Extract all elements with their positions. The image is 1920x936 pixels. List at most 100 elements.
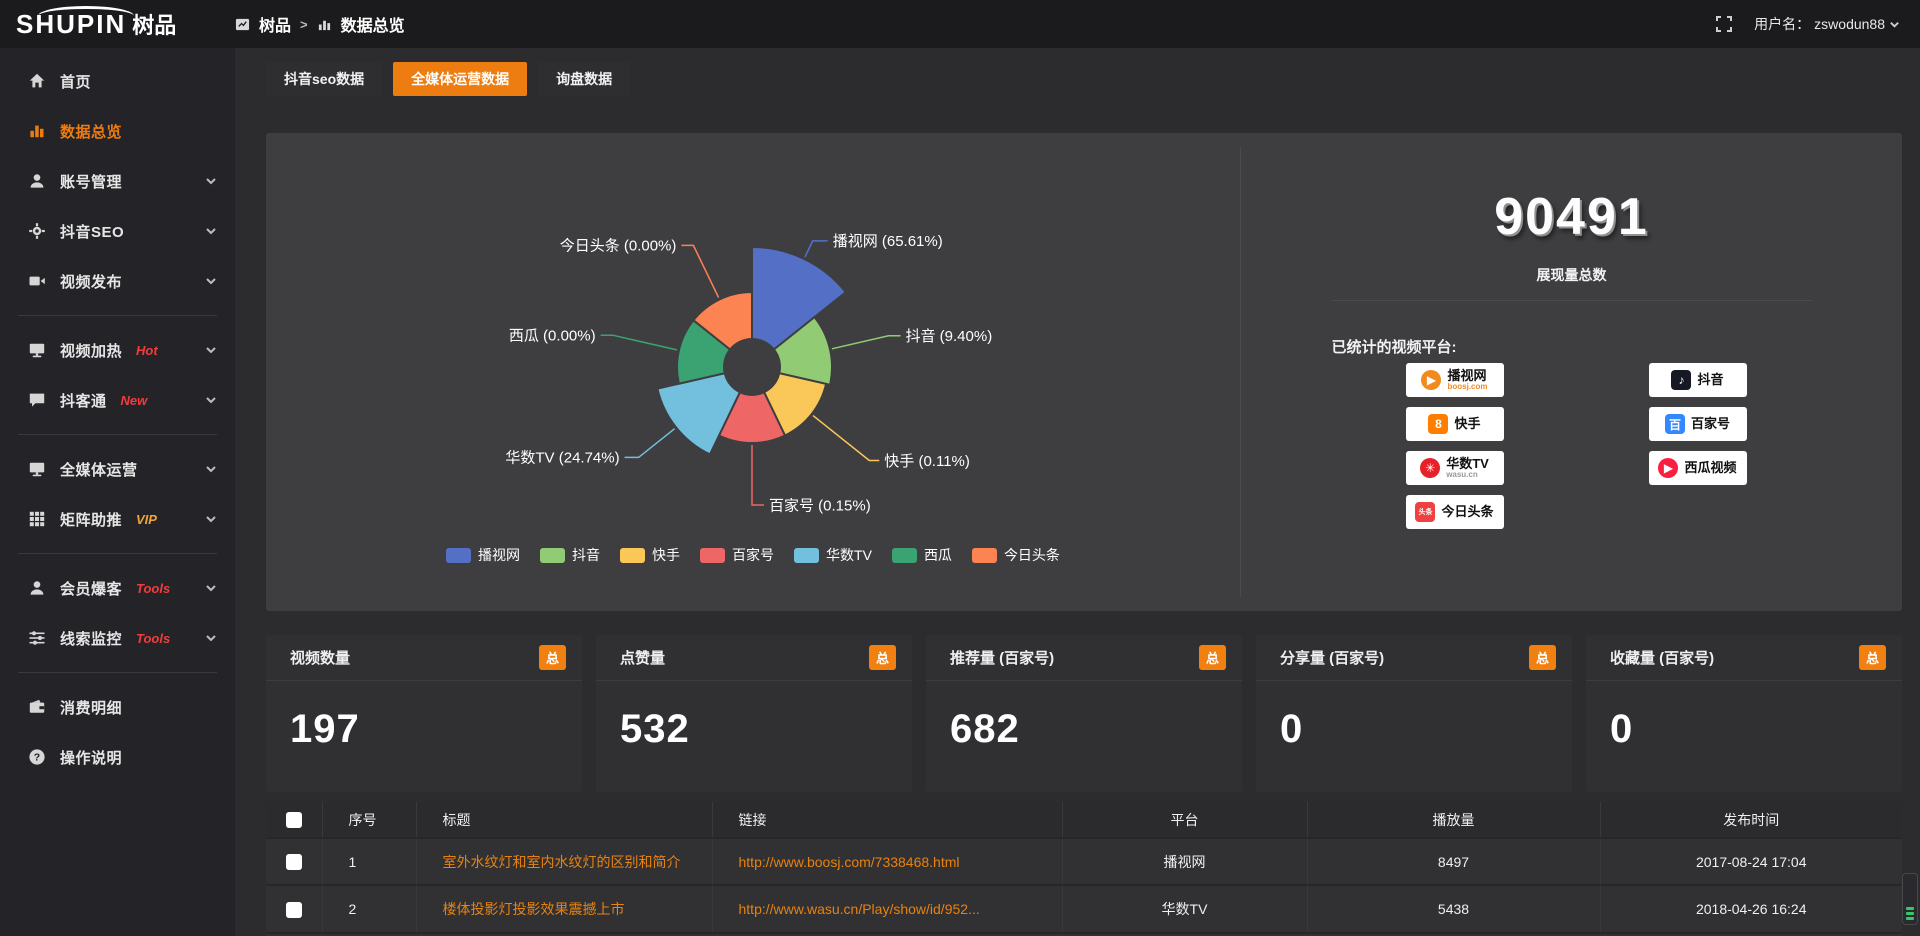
legend-item-西瓜[interactable]: 西瓜	[892, 545, 952, 565]
sidebar-item-operation-guide[interactable]: ?操作说明	[0, 732, 235, 782]
platform-share-chart: 播视网 (65.61%)抖音 (9.40%)快手 (0.11%)百家号 (0.1…	[266, 133, 1240, 611]
tab-douyin-seo-data[interactable]: 抖音seo数据	[266, 62, 382, 96]
stat-card-header: 分享量 (百家号)总	[1256, 635, 1572, 681]
legend-item-今日头条[interactable]: 今日头条	[972, 545, 1060, 565]
rose-pie-chart[interactable]: 播视网 (65.61%)抖音 (9.40%)快手 (0.11%)百家号 (0.1…	[266, 133, 1240, 533]
chart-legend: 播视网抖音快手百家号华数TV 西瓜 今日头条	[266, 545, 1240, 565]
fullscreen-icon[interactable]	[1716, 16, 1732, 32]
pie-label-line	[752, 445, 764, 505]
sidebar-item-matrix-boost[interactable]: 矩阵助推VIP	[0, 494, 235, 544]
platform-brand-icon: 头条	[1415, 502, 1435, 522]
platform-column: ♪抖音百百家号▶西瓜视频	[1649, 363, 1747, 529]
video-icon	[28, 272, 46, 290]
row-select-cell	[266, 885, 322, 932]
legend-item-百家号[interactable]: 百家号	[700, 545, 774, 565]
sidebar-item-douketong[interactable]: 抖客通New	[0, 375, 235, 425]
platform-name: 今日头条	[1441, 505, 1493, 519]
stat-card-视频数量: 视频数量 总 197	[266, 635, 582, 792]
sidebar-item-badge: Tools	[136, 631, 170, 646]
sidebar-item-label: 消费明细	[60, 697, 122, 718]
summary-divider	[1332, 300, 1812, 301]
breadcrumb-root[interactable]: 树品	[259, 12, 291, 36]
sidebar-item-home[interactable]: 首页	[0, 56, 235, 106]
platform-brand-icon: ♪	[1671, 370, 1691, 390]
chat-icon	[28, 391, 46, 409]
sidebar-item-member-baoke[interactable]: 会员爆客Tools	[0, 563, 235, 613]
chevron-down-icon	[1889, 19, 1900, 30]
overview-panel: 播视网 (65.61%)抖音 (9.40%)快手 (0.11%)百家号 (0.1…	[266, 133, 1902, 611]
legend-item-快手[interactable]: 快手	[620, 545, 680, 565]
chevron-down-icon	[205, 463, 217, 475]
logo-arc	[38, 6, 134, 16]
chevron-down-icon	[205, 225, 217, 237]
cell-title[interactable]: 室外水纹灯和室内水纹灯的区别和简介	[416, 838, 712, 885]
tab-media-operation-data[interactable]: 全媒体运营数据	[393, 62, 527, 96]
impressions-summary: 90491 展现量总数 已统计的视频平台: ▶播视网boosj.com8快手✳华…	[1241, 133, 1902, 611]
user-menu[interactable]: 用户名： zswodun88	[1754, 14, 1900, 34]
cell-title[interactable]: 楼体投影灯投影效果震撼上市	[416, 885, 712, 932]
table-header-发布时间: 发布时间	[1600, 802, 1902, 838]
counted-platforms-label: 已统计的视频平台:	[1332, 336, 1812, 357]
total-badge[interactable]: 总	[539, 645, 566, 670]
select-all-checkbox[interactable]	[286, 812, 302, 828]
platform-logo-西瓜视频: ▶西瓜视频	[1649, 451, 1747, 485]
pie-slice-华数TV[interactable]	[657, 373, 740, 454]
legend-swatch	[972, 548, 997, 563]
grid-icon	[28, 510, 46, 528]
platform-name: 西瓜视频	[1684, 461, 1736, 475]
logo-text-cn: 树品	[132, 8, 176, 40]
app-logo: SHUPIN 树品	[0, 8, 235, 40]
sidebar-item-video-heat[interactable]: 视频加热Hot	[0, 325, 235, 375]
sidebar-item-lead-monitor[interactable]: 线索监控Tools	[0, 613, 235, 663]
pie-label: 百家号 (0.15%)	[769, 497, 871, 514]
cell-platform: 播视网	[1062, 838, 1307, 885]
platform-logo-grid: ▶播视网boosj.com8快手✳华数TVwasu.cn头条今日头条 ♪抖音百百家…	[1332, 363, 1812, 529]
row-checkbox[interactable]	[286, 902, 302, 918]
table-header-标题: 标题	[416, 802, 712, 838]
cell-views: 5438	[1307, 885, 1600, 932]
stat-card-点赞量: 点赞量总532	[596, 635, 912, 792]
data-tabs: 抖音seo数据全媒体运营数据询盘数据	[266, 62, 1902, 96]
legend-label: 今日头条	[1004, 545, 1060, 565]
sidebar-item-label: 操作说明	[60, 747, 122, 768]
legend-item-华数TV[interactable]: 华数TV	[794, 545, 872, 565]
top-bar: SHUPIN 树品 树品 > 数据总览 用户名： zswodun88	[0, 0, 1920, 48]
total-badge[interactable]: 总	[1859, 645, 1886, 670]
tab-inquiry-data[interactable]: 询盘数据	[538, 62, 630, 96]
stat-card-value: 0	[1586, 681, 1902, 752]
sidebar-item-media-operation[interactable]: 全媒体运营	[0, 444, 235, 494]
breadcrumb-current[interactable]: 数据总览	[341, 12, 405, 36]
cell-platform: 华数TV	[1062, 885, 1307, 932]
user-icon	[28, 579, 46, 597]
stat-card-label: 视频数量	[290, 647, 350, 668]
table-row-partial	[266, 932, 1902, 936]
sidebar-item-data-overview[interactable]: 数据总览	[0, 106, 235, 156]
cell-link[interactable]: http://www.wasu.cn/Play/show/id/952...	[712, 885, 1062, 932]
stat-card-value: 197	[266, 681, 582, 752]
sidebar-item-label: 账号管理	[60, 171, 122, 192]
cell-link[interactable]: http://www.boosj.com/7338468.html	[712, 838, 1062, 885]
row-checkbox[interactable]	[286, 854, 302, 870]
sidebar-item-douyin-seo[interactable]: 抖音SEO	[0, 206, 235, 256]
legend-item-播视网[interactable]: 播视网	[446, 545, 520, 565]
total-badge[interactable]: 总	[869, 645, 896, 670]
sidebar-item-label: 首页	[60, 71, 91, 92]
monitor-icon	[28, 341, 46, 359]
total-badge[interactable]: 总	[1199, 645, 1226, 670]
stat-cards: 视频数量总197点赞量总532推荐量 (百家号)总682分享量 (百家号)总0收…	[266, 635, 1902, 792]
total-badge[interactable]: 总	[1529, 645, 1556, 670]
stat-card-label: 收藏量 (百家号)	[1610, 647, 1714, 668]
platform-column: ▶播视网boosj.com8快手✳华数TVwasu.cn头条今日头条	[1406, 363, 1504, 529]
sidebar-item-video-publish[interactable]: 视频发布	[0, 256, 235, 306]
sidebar-item-account-management[interactable]: 账号管理	[0, 156, 235, 206]
chevron-down-icon	[205, 394, 217, 406]
cell-views: 8497	[1307, 838, 1600, 885]
legend-item-抖音[interactable]: 抖音	[540, 545, 600, 565]
table-row: 2楼体投影灯投影效果震撼上市http://www.wasu.cn/Play/sh…	[266, 885, 1902, 932]
platform-brand-icon: 百	[1665, 414, 1685, 434]
legend-swatch	[540, 548, 565, 563]
sidebar-item-consume-detail[interactable]: 消费明细	[0, 682, 235, 732]
video-table: 序号标题链接平台播放量发布时间 1室外水纹灯和室内水纹灯的区别和简介http:/…	[266, 802, 1902, 936]
select-all-header	[266, 802, 322, 838]
browser-extension-widget[interactable]	[1902, 873, 1918, 925]
